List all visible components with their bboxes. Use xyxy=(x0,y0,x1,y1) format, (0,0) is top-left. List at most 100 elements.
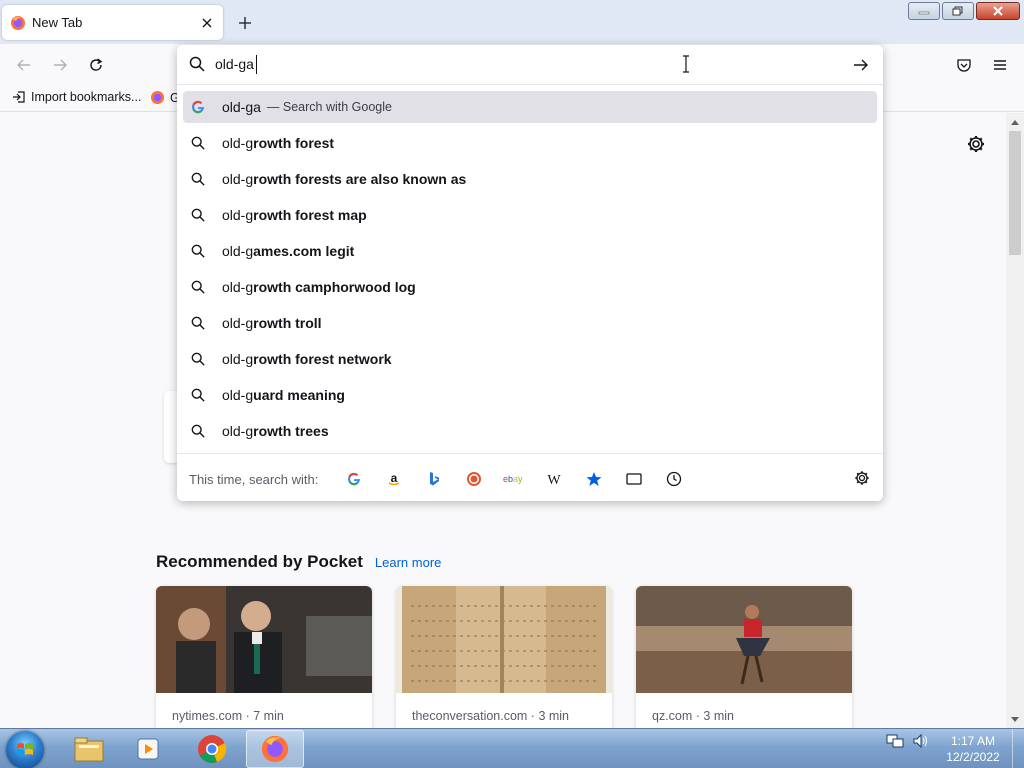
forward-arrow-icon xyxy=(54,59,67,71)
restore-icon xyxy=(952,6,963,16)
bookmarks-star-icon[interactable] xyxy=(580,467,608,491)
pocket-header: Recommended by Pocket Learn more xyxy=(156,552,441,572)
show-desktop-button[interactable] xyxy=(1012,729,1024,768)
close-window-button[interactable] xyxy=(976,2,1020,20)
back-arrow-icon xyxy=(17,59,30,71)
suggestion-completion: rowth trees xyxy=(253,423,329,439)
taskbar-media-player[interactable] xyxy=(120,730,178,768)
reload-button[interactable] xyxy=(81,50,111,80)
card-image xyxy=(156,586,372,693)
minimize-button[interactable] xyxy=(908,2,940,20)
suggestion-typed: old-g xyxy=(222,207,254,223)
pocket-title: Recommended by Pocket xyxy=(156,552,363,571)
suggestion-item[interactable]: old-g rowth camphorwood log xyxy=(183,269,877,305)
scroll-down-arrow-icon[interactable] xyxy=(1006,712,1024,726)
amazon-icon[interactable]: a xyxy=(380,467,408,491)
search-icon xyxy=(190,207,206,223)
forward-button[interactable] xyxy=(45,50,75,80)
pocket-button[interactable] xyxy=(949,50,979,80)
new-tab-button[interactable] xyxy=(232,10,258,36)
restore-button[interactable] xyxy=(942,2,974,20)
suggestion-completion: rowth forest map xyxy=(253,207,367,223)
import-icon xyxy=(13,91,25,103)
suggestion-item[interactable]: old-g rowth forest xyxy=(183,125,877,161)
tab-new-tab[interactable]: New Tab xyxy=(2,5,223,40)
urlbar-input[interactable]: old-ga xyxy=(215,56,815,72)
taskbar-explorer[interactable] xyxy=(60,730,118,768)
import-bookmarks-item[interactable]: Import bookmarks... xyxy=(12,90,141,104)
back-button[interactable] xyxy=(9,50,39,80)
search-icon xyxy=(190,315,206,331)
suggestion-item[interactable]: old-g rowth troll xyxy=(183,305,877,341)
search-icon xyxy=(189,56,205,72)
search-icon xyxy=(190,171,206,187)
history-icon[interactable] xyxy=(660,467,688,491)
ebay-icon[interactable]: ebay xyxy=(500,467,528,491)
arrow-right-icon[interactable] xyxy=(852,56,870,74)
suggestion-typed: old-g xyxy=(222,243,254,259)
media-player-icon xyxy=(137,738,159,760)
personalize-button[interactable] xyxy=(964,132,988,156)
scroll-up-arrow-icon[interactable] xyxy=(1006,115,1024,129)
suggestion-item[interactable]: old-g ames.com legit xyxy=(183,233,877,269)
suggestion-typed: old-g xyxy=(222,279,254,295)
network-icon[interactable] xyxy=(886,733,904,749)
import-bookmarks-label: Import bookmarks... xyxy=(31,90,142,104)
learn-more-link[interactable]: Learn more xyxy=(375,555,441,570)
suggestion-completion: rowth camphorwood log xyxy=(253,279,416,295)
firefox-icon xyxy=(261,735,289,763)
tab-title: New Tab xyxy=(32,15,83,30)
pocket-card[interactable]: qz.com · 3 min xyxy=(636,586,852,728)
pocket-icon xyxy=(957,59,971,72)
firefox-icon xyxy=(150,90,165,105)
system-tray xyxy=(886,733,930,749)
suggestion-item[interactable]: old-g uard meaning xyxy=(183,377,877,413)
bookmark-item[interactable]: G xyxy=(150,90,180,105)
taskbar-firefox[interactable] xyxy=(246,730,304,768)
bing-icon[interactable] xyxy=(420,467,448,491)
close-icon[interactable] xyxy=(197,13,217,33)
suggestion-search-google[interactable]: old-ga — Search with Google xyxy=(183,91,877,123)
suggestion-item[interactable]: old-g rowth forest network xyxy=(183,341,877,377)
tabs-icon[interactable] xyxy=(620,467,648,491)
one-off-search-bar: This time, search with: a ebay W xyxy=(177,453,883,501)
search-icon xyxy=(190,351,206,367)
wikipedia-icon[interactable]: W xyxy=(540,467,568,491)
suggestion-item[interactable]: old-g rowth forests are also known as xyxy=(183,161,877,197)
suggestion-item[interactable]: old-g rowth forest map xyxy=(183,197,877,233)
reload-icon xyxy=(90,58,103,71)
scrollbar-thumb[interactable] xyxy=(1009,131,1021,255)
suggestion-list: old-ga — Search with Google old-g rowth f… xyxy=(183,91,877,449)
duckduckgo-icon[interactable] xyxy=(460,467,488,491)
pocket-card[interactable]: nytimes.com · 7 min xyxy=(156,586,372,728)
search-action-label: — Search with Google xyxy=(266,100,392,114)
search-icon xyxy=(190,423,206,439)
clock-time: 1:17 AM xyxy=(950,734,996,748)
suggestion-item[interactable]: old-g rowth trees xyxy=(183,413,877,449)
suggestion-typed: old-g xyxy=(222,171,254,187)
svg-text:W: W xyxy=(547,473,561,486)
svg-text:a: a xyxy=(391,471,398,485)
suggestion-completion: rowth forests are also known as xyxy=(253,171,467,187)
search-icon xyxy=(190,279,206,295)
volume-icon[interactable] xyxy=(912,733,930,749)
google-icon[interactable] xyxy=(340,467,368,491)
urlbar-dropdown: old-ga old-ga — Search with Google old-g… xyxy=(177,45,883,501)
pocket-card[interactable]: theconversation.com · 3 min xyxy=(396,586,612,728)
chrome-icon xyxy=(198,735,227,763)
gear-icon xyxy=(855,471,869,485)
suggestion-completion: uard meaning xyxy=(253,387,345,403)
start-button[interactable] xyxy=(6,731,44,768)
google-icon xyxy=(190,99,206,115)
minimize-icon xyxy=(918,11,930,15)
taskbar-chrome[interactable] xyxy=(183,730,241,768)
search-settings-button[interactable] xyxy=(852,468,872,488)
suggestion-typed: old-g xyxy=(222,315,254,331)
urlbar[interactable]: old-ga xyxy=(177,45,883,85)
card-source: qz.com · 3 min xyxy=(652,709,734,723)
menu-button[interactable] xyxy=(985,50,1015,80)
search-icon xyxy=(190,243,206,259)
page-scrollbar[interactable] xyxy=(1006,113,1024,728)
suggestion-typed: old-g xyxy=(222,387,254,403)
clock[interactable]: 1:17 AM 12/2/2022 xyxy=(938,733,1008,765)
